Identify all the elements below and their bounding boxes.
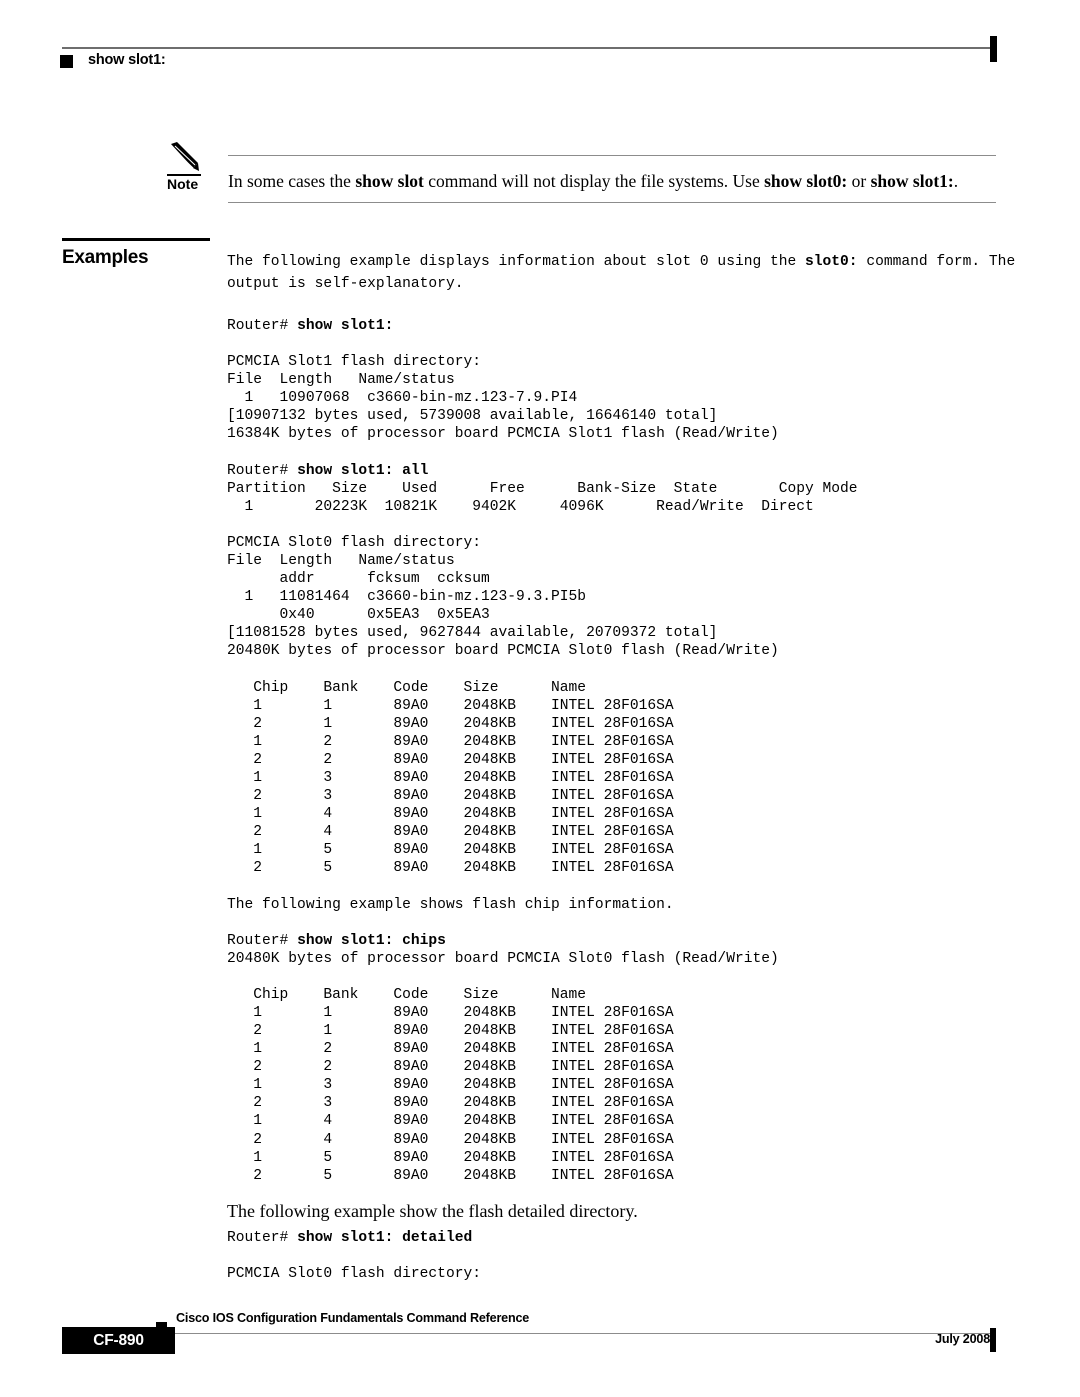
footer-edge-tab-icon	[990, 1328, 996, 1352]
note-bold-show-slot0: show slot0:	[764, 171, 848, 191]
prompt-3: Router#	[227, 932, 298, 949]
command-1: show slot1:	[297, 318, 394, 334]
page-footer: Cisco IOS Configuration Fundamentals Com…	[0, 1300, 1080, 1397]
command-4: show slot1: detailed	[297, 1229, 473, 1246]
note-text-mid-2: or	[847, 171, 871, 191]
intro-text-before: The following example displays informati…	[227, 254, 806, 270]
prompt-2: Router#	[227, 462, 298, 479]
output-block-4: PCMCIA Slot0 flash directory:	[227, 1265, 481, 1282]
detailed-intro-paragraph: The following example show the flash det…	[227, 1200, 638, 1221]
footer-date: July 2008	[935, 1332, 990, 1346]
page-edge-tab-icon	[990, 36, 997, 62]
note-rule-bottom	[228, 202, 996, 203]
square-bullet-icon	[60, 55, 73, 68]
command-line-3: Router# show slot1: chips	[227, 932, 1027, 950]
note-bold-show-slot: show slot	[355, 171, 424, 191]
chips-banner-line: 20480K bytes of processor board PCMCIA S…	[227, 950, 779, 967]
note-rule-top	[228, 155, 996, 156]
command-3: show slot1: chips	[297, 932, 446, 949]
prompt-1: Router#	[227, 318, 298, 334]
header-rule	[62, 47, 995, 49]
intro-bold-slot0: slot0:	[805, 254, 858, 270]
pencil-icon	[168, 142, 202, 172]
output-block-3-slot0-directory: PCMCIA Slot0 flash directory: File Lengt…	[227, 534, 779, 660]
command-2: show slot1: all	[297, 462, 429, 479]
note-text-mid-1: command will not display the file system…	[423, 171, 765, 191]
output-block-2-partition-table: Partition Size Used Free Bank-Size State…	[227, 480, 858, 515]
examples-heading: Examples	[62, 247, 149, 268]
chips-intro-line: The following example shows flash chip i…	[227, 896, 674, 913]
note-text-before: In some cases the	[228, 171, 356, 191]
output-block-1: PCMCIA Slot1 flash directory: File Lengt…	[227, 354, 779, 443]
note-bold-show-slot1: show slot1:	[870, 171, 954, 191]
examples-rule	[62, 238, 210, 241]
examples-intro-paragraph: The following example displays informati…	[227, 252, 1027, 295]
header-title: show slot1:	[88, 52, 166, 68]
note-text-after: .	[953, 171, 959, 191]
examples-content: The following example displays informati…	[227, 252, 1027, 1283]
chip-table-1: Chip Bank Code Size Name 1 1 89A0 2048KB…	[253, 679, 674, 877]
command-line-2: Router# show slot1: all	[227, 462, 1027, 480]
chip-table-2: Chip Bank Code Size Name 1 1 89A0 2048KB…	[253, 986, 674, 1184]
command-line-4: Router# show slot1: detailed	[227, 1229, 1027, 1247]
prompt-4: Router#	[227, 1229, 298, 1246]
running-header: show slot1:	[0, 0, 1080, 90]
footer-document-title: Cisco IOS Configuration Fundamentals Com…	[176, 1311, 530, 1325]
footer-page-number: CF-890	[93, 1331, 144, 1349]
command-line-1: Router# show slot1:	[227, 317, 1027, 335]
note-label: Note	[167, 176, 199, 192]
note-text: In some cases the show slot command will…	[228, 170, 1018, 192]
